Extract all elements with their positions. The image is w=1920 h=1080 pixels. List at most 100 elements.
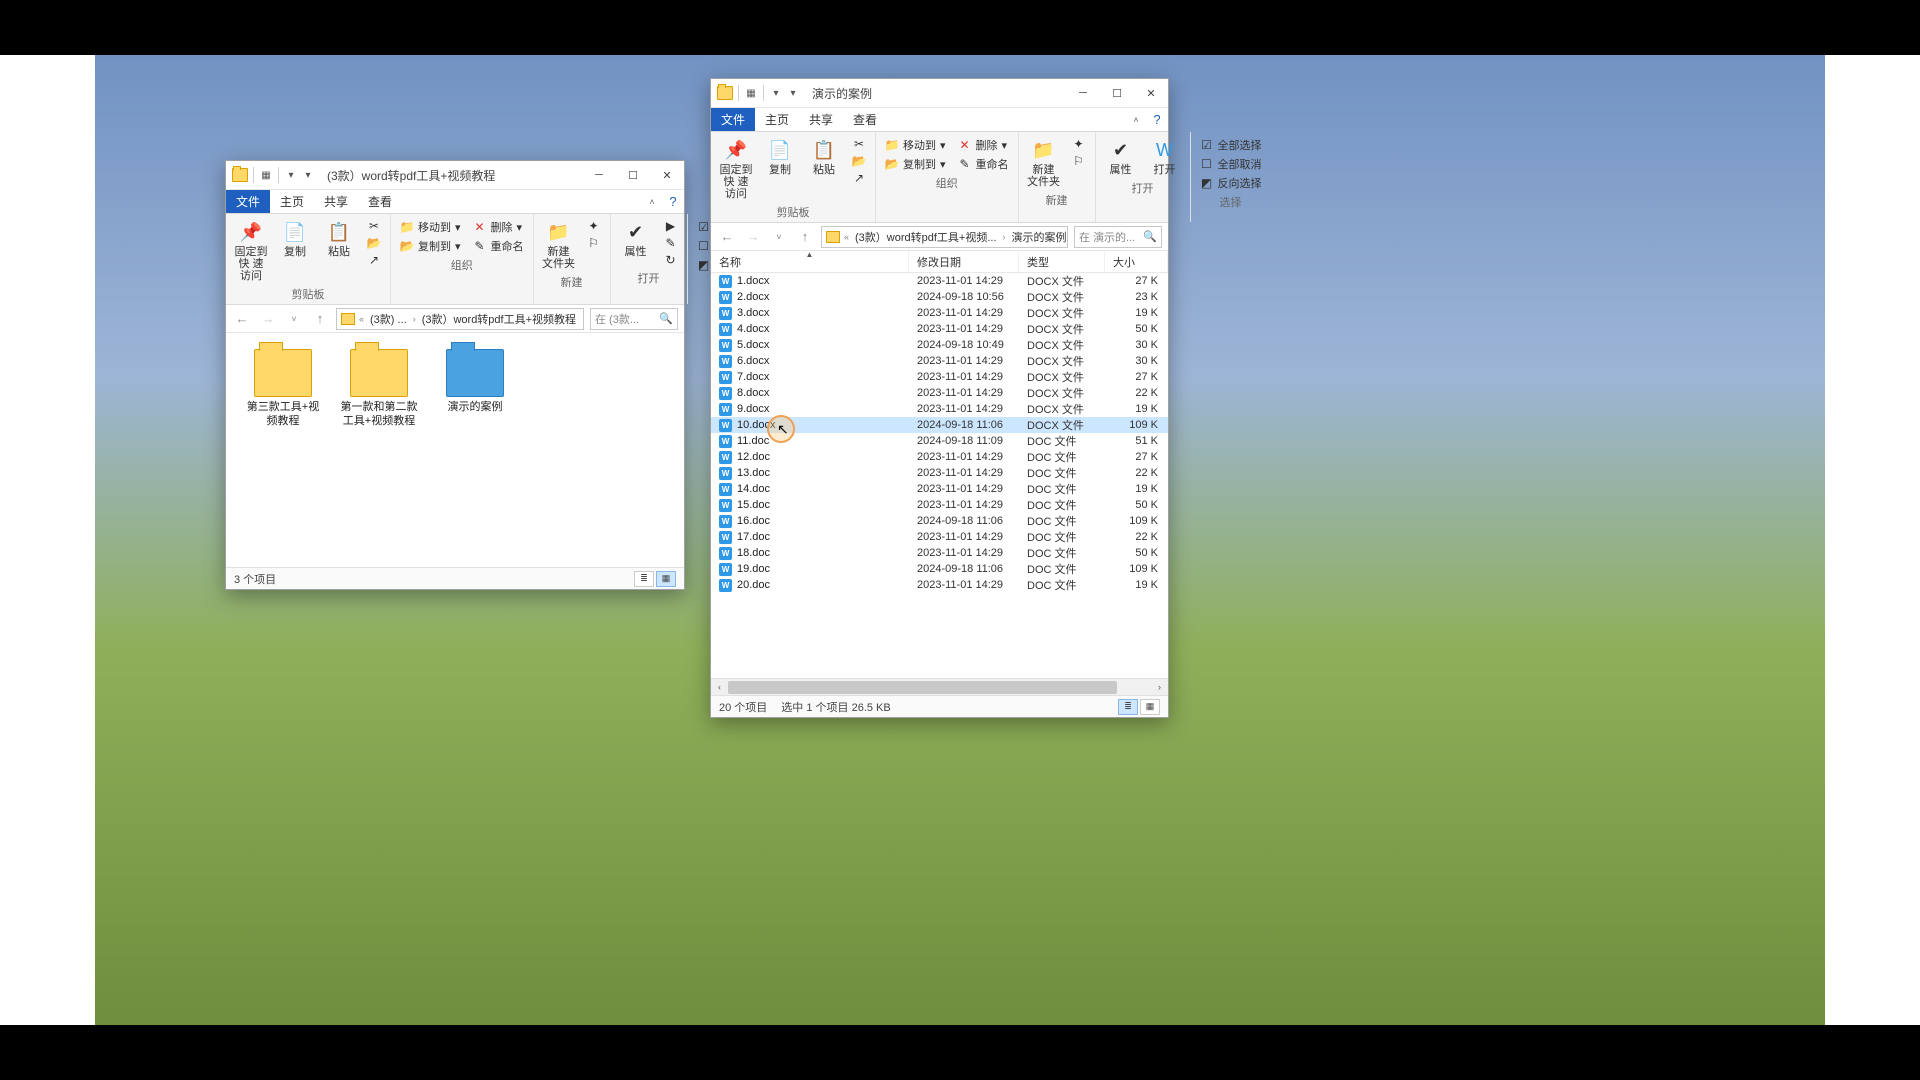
file-row[interactable]: W11.doc2024-09-18 11:09DOC 文件51 K <box>711 433 1168 449</box>
col-name[interactable]: 名称▲ <box>711 251 909 272</box>
file-row[interactable]: W4.docx2023-11-01 14:29DOCX 文件50 K <box>711 321 1168 337</box>
file-row[interactable]: W8.docx2023-11-01 14:29DOCX 文件22 K <box>711 385 1168 401</box>
file-row[interactable]: W6.docx2023-11-01 14:29DOCX 文件30 K <box>711 353 1168 369</box>
qat-icon[interactable]: ▦ <box>744 86 758 100</box>
path-box[interactable]: « (3款）word转pdf工具+视频... › 演示的案例 ˅ ⟳ <box>821 226 1068 248</box>
titlebar[interactable]: ▦ ▾ ▾ (3款）word转pdf工具+视频教程 ─ ☐ ✕ <box>226 161 684 190</box>
selectinvert-button[interactable]: ◩反向选择 <box>1197 174 1265 192</box>
copyto-button[interactable]: 📂复制到 ▾ <box>882 155 949 173</box>
path-seg-2[interactable]: (3款）word转pdf工具+视频教程 <box>420 311 578 327</box>
path-seg-1[interactable]: (3款）word转pdf工具+视频... <box>853 229 999 245</box>
selectall-button[interactable]: ☑全部选择 <box>1197 136 1265 154</box>
qat-customize-icon[interactable]: ▾ <box>301 168 315 182</box>
nav-recent-icon[interactable]: ˅ <box>769 227 789 247</box>
properties-button[interactable]: ✔属性 <box>1102 136 1140 178</box>
file-row[interactable]: W19.doc2024-09-18 11:06DOC 文件109 K <box>711 561 1168 577</box>
search-input[interactable]: 在 (3款...🔍 <box>590 308 678 330</box>
qat-dropdown-icon[interactable]: ▾ <box>284 168 298 182</box>
qat-icon[interactable]: ▦ <box>259 168 273 182</box>
maximize-button[interactable]: ☐ <box>616 161 650 190</box>
file-row[interactable]: W1.docx2023-11-01 14:29DOCX 文件27 K <box>711 273 1168 289</box>
paste-button[interactable]: 📋粘贴 <box>805 136 843 178</box>
open-mini[interactable]: ▶ <box>661 218 681 234</box>
col-date[interactable]: 修改日期 <box>909 251 1019 272</box>
copy-button[interactable]: 📄复制 <box>276 218 314 260</box>
rename-button[interactable]: ✎重命名 <box>955 155 1012 173</box>
file-row[interactable]: W10.docx2024-09-18 11:06DOCX 文件109 K <box>711 417 1168 433</box>
properties-button[interactable]: ✔属性 <box>617 218 655 260</box>
folder-item[interactable]: 第一款和第二款 工具+视频教程 <box>338 349 420 429</box>
help-icon[interactable]: ? <box>1146 108 1168 131</box>
copy-button[interactable]: 📄复制 <box>761 136 799 178</box>
tab-view[interactable]: 查看 <box>843 108 887 131</box>
path-box[interactable]: « (3款) ... › (3款）word转pdf工具+视频教程 ˅ ⟳ <box>336 308 584 330</box>
minimize-button[interactable]: ─ <box>1066 79 1100 108</box>
tab-share[interactable]: 共享 <box>799 108 843 131</box>
moveto-button[interactable]: 📁移动到 ▾ <box>882 136 949 154</box>
file-row[interactable]: W17.doc2023-11-01 14:29DOC 文件22 K <box>711 529 1168 545</box>
pin-button[interactable]: 📌固定到快 速访问 <box>717 136 755 202</box>
delete-button[interactable]: ✕删除 ▾ <box>470 218 527 236</box>
qat-customize-icon[interactable]: ▾ <box>786 86 800 100</box>
file-row[interactable]: W14.doc2023-11-01 14:29DOC 文件19 K <box>711 481 1168 497</box>
content-area[interactable]: 第三款工具+视 频教程第一款和第二款 工具+视频教程演示的案例 <box>226 333 684 567</box>
scroll-left-icon[interactable]: ‹ <box>711 679 728 696</box>
ribbon-collapse-icon[interactable]: ˄ <box>642 190 662 213</box>
scroll-thumb[interactable] <box>728 681 1117 694</box>
copyto-button[interactable]: 📂复制到 ▾ <box>397 237 464 255</box>
newfolder-button[interactable]: 📁新建 文件夹 <box>1025 136 1063 190</box>
maximize-button[interactable]: ☐ <box>1100 79 1134 108</box>
pasteshortcut-mini[interactable]: ↗ <box>849 170 869 186</box>
nav-up-icon[interactable]: ↑ <box>795 227 815 247</box>
pin-button[interactable]: 📌固定到快 速访问 <box>232 218 270 284</box>
easyaccess-mini[interactable]: ⚐ <box>584 235 604 251</box>
nav-forward-icon[interactable]: → <box>258 309 278 329</box>
file-row[interactable]: W16.doc2024-09-18 11:06DOC 文件109 K <box>711 513 1168 529</box>
path-seg-2[interactable]: 演示的案例 <box>1010 229 1068 245</box>
cut-mini[interactable]: ✂ <box>849 136 869 152</box>
nav-recent-icon[interactable]: ˅ <box>284 309 304 329</box>
history-mini[interactable]: ↻ <box>661 252 681 268</box>
open-button[interactable]: W打开 <box>1146 136 1184 178</box>
close-button[interactable]: ✕ <box>1134 79 1168 108</box>
close-button[interactable]: ✕ <box>650 161 684 190</box>
search-input[interactable]: 在 演示的...🔍 <box>1074 226 1162 248</box>
file-row[interactable]: W3.docx2023-11-01 14:29DOCX 文件19 K <box>711 305 1168 321</box>
view-details-button[interactable]: ≣ <box>1118 699 1138 715</box>
nav-back-icon[interactable]: ← <box>232 309 252 329</box>
newitem-mini[interactable]: ✦ <box>584 218 604 234</box>
view-icons-button[interactable]: ▦ <box>656 571 676 587</box>
qat-dropdown-icon[interactable]: ▾ <box>769 86 783 100</box>
file-row[interactable]: W15.doc2023-11-01 14:29DOC 文件50 K <box>711 497 1168 513</box>
folder-item[interactable]: 第三款工具+视 频教程 <box>242 349 324 429</box>
tab-home[interactable]: 主页 <box>270 190 314 213</box>
col-size[interactable]: 大小 <box>1105 251 1168 272</box>
selectnone-button[interactable]: ☐全部取消 <box>1197 155 1265 173</box>
newitem-mini[interactable]: ✦ <box>1069 136 1089 152</box>
tab-home[interactable]: 主页 <box>755 108 799 131</box>
nav-back-icon[interactable]: ← <box>717 227 737 247</box>
help-icon[interactable]: ? <box>662 190 684 213</box>
file-row[interactable]: W20.doc2023-11-01 14:29DOC 文件19 K <box>711 577 1168 593</box>
file-row[interactable]: W2.docx2024-09-18 10:56DOCX 文件23 K <box>711 289 1168 305</box>
content-area[interactable]: 名称▲ 修改日期 类型 大小 W1.docx2023-11-01 14:29DO… <box>711 251 1168 678</box>
cut-mini[interactable]: ✂ <box>364 218 384 234</box>
edit-mini[interactable]: ✎ <box>661 235 681 251</box>
col-type[interactable]: 类型 <box>1019 251 1105 272</box>
easyaccess-mini[interactable]: ⚐ <box>1069 153 1089 169</box>
tab-view[interactable]: 查看 <box>358 190 402 213</box>
file-row[interactable]: W7.docx2023-11-01 14:29DOCX 文件27 K <box>711 369 1168 385</box>
tab-file[interactable]: 文件 <box>226 190 270 213</box>
nav-up-icon[interactable]: ↑ <box>310 309 330 329</box>
file-row[interactable]: W9.docx2023-11-01 14:29DOCX 文件19 K <box>711 401 1168 417</box>
ribbon-collapse-icon[interactable]: ˄ <box>1126 108 1146 131</box>
file-row[interactable]: W12.doc2023-11-01 14:29DOC 文件27 K <box>711 449 1168 465</box>
view-icons-button[interactable]: ▦ <box>1140 699 1160 715</box>
delete-button[interactable]: ✕删除 ▾ <box>955 136 1012 154</box>
titlebar[interactable]: ▦ ▾ ▾ 演示的案例 ─ ☐ ✕ <box>711 79 1168 108</box>
folder-item[interactable]: 演示的案例 <box>434 349 516 429</box>
scroll-right-icon[interactable]: › <box>1151 679 1168 696</box>
file-row[interactable]: W13.doc2023-11-01 14:29DOC 文件22 K <box>711 465 1168 481</box>
copypath-mini[interactable]: 📂 <box>364 235 384 251</box>
rename-button[interactable]: ✎重命名 <box>470 237 527 255</box>
